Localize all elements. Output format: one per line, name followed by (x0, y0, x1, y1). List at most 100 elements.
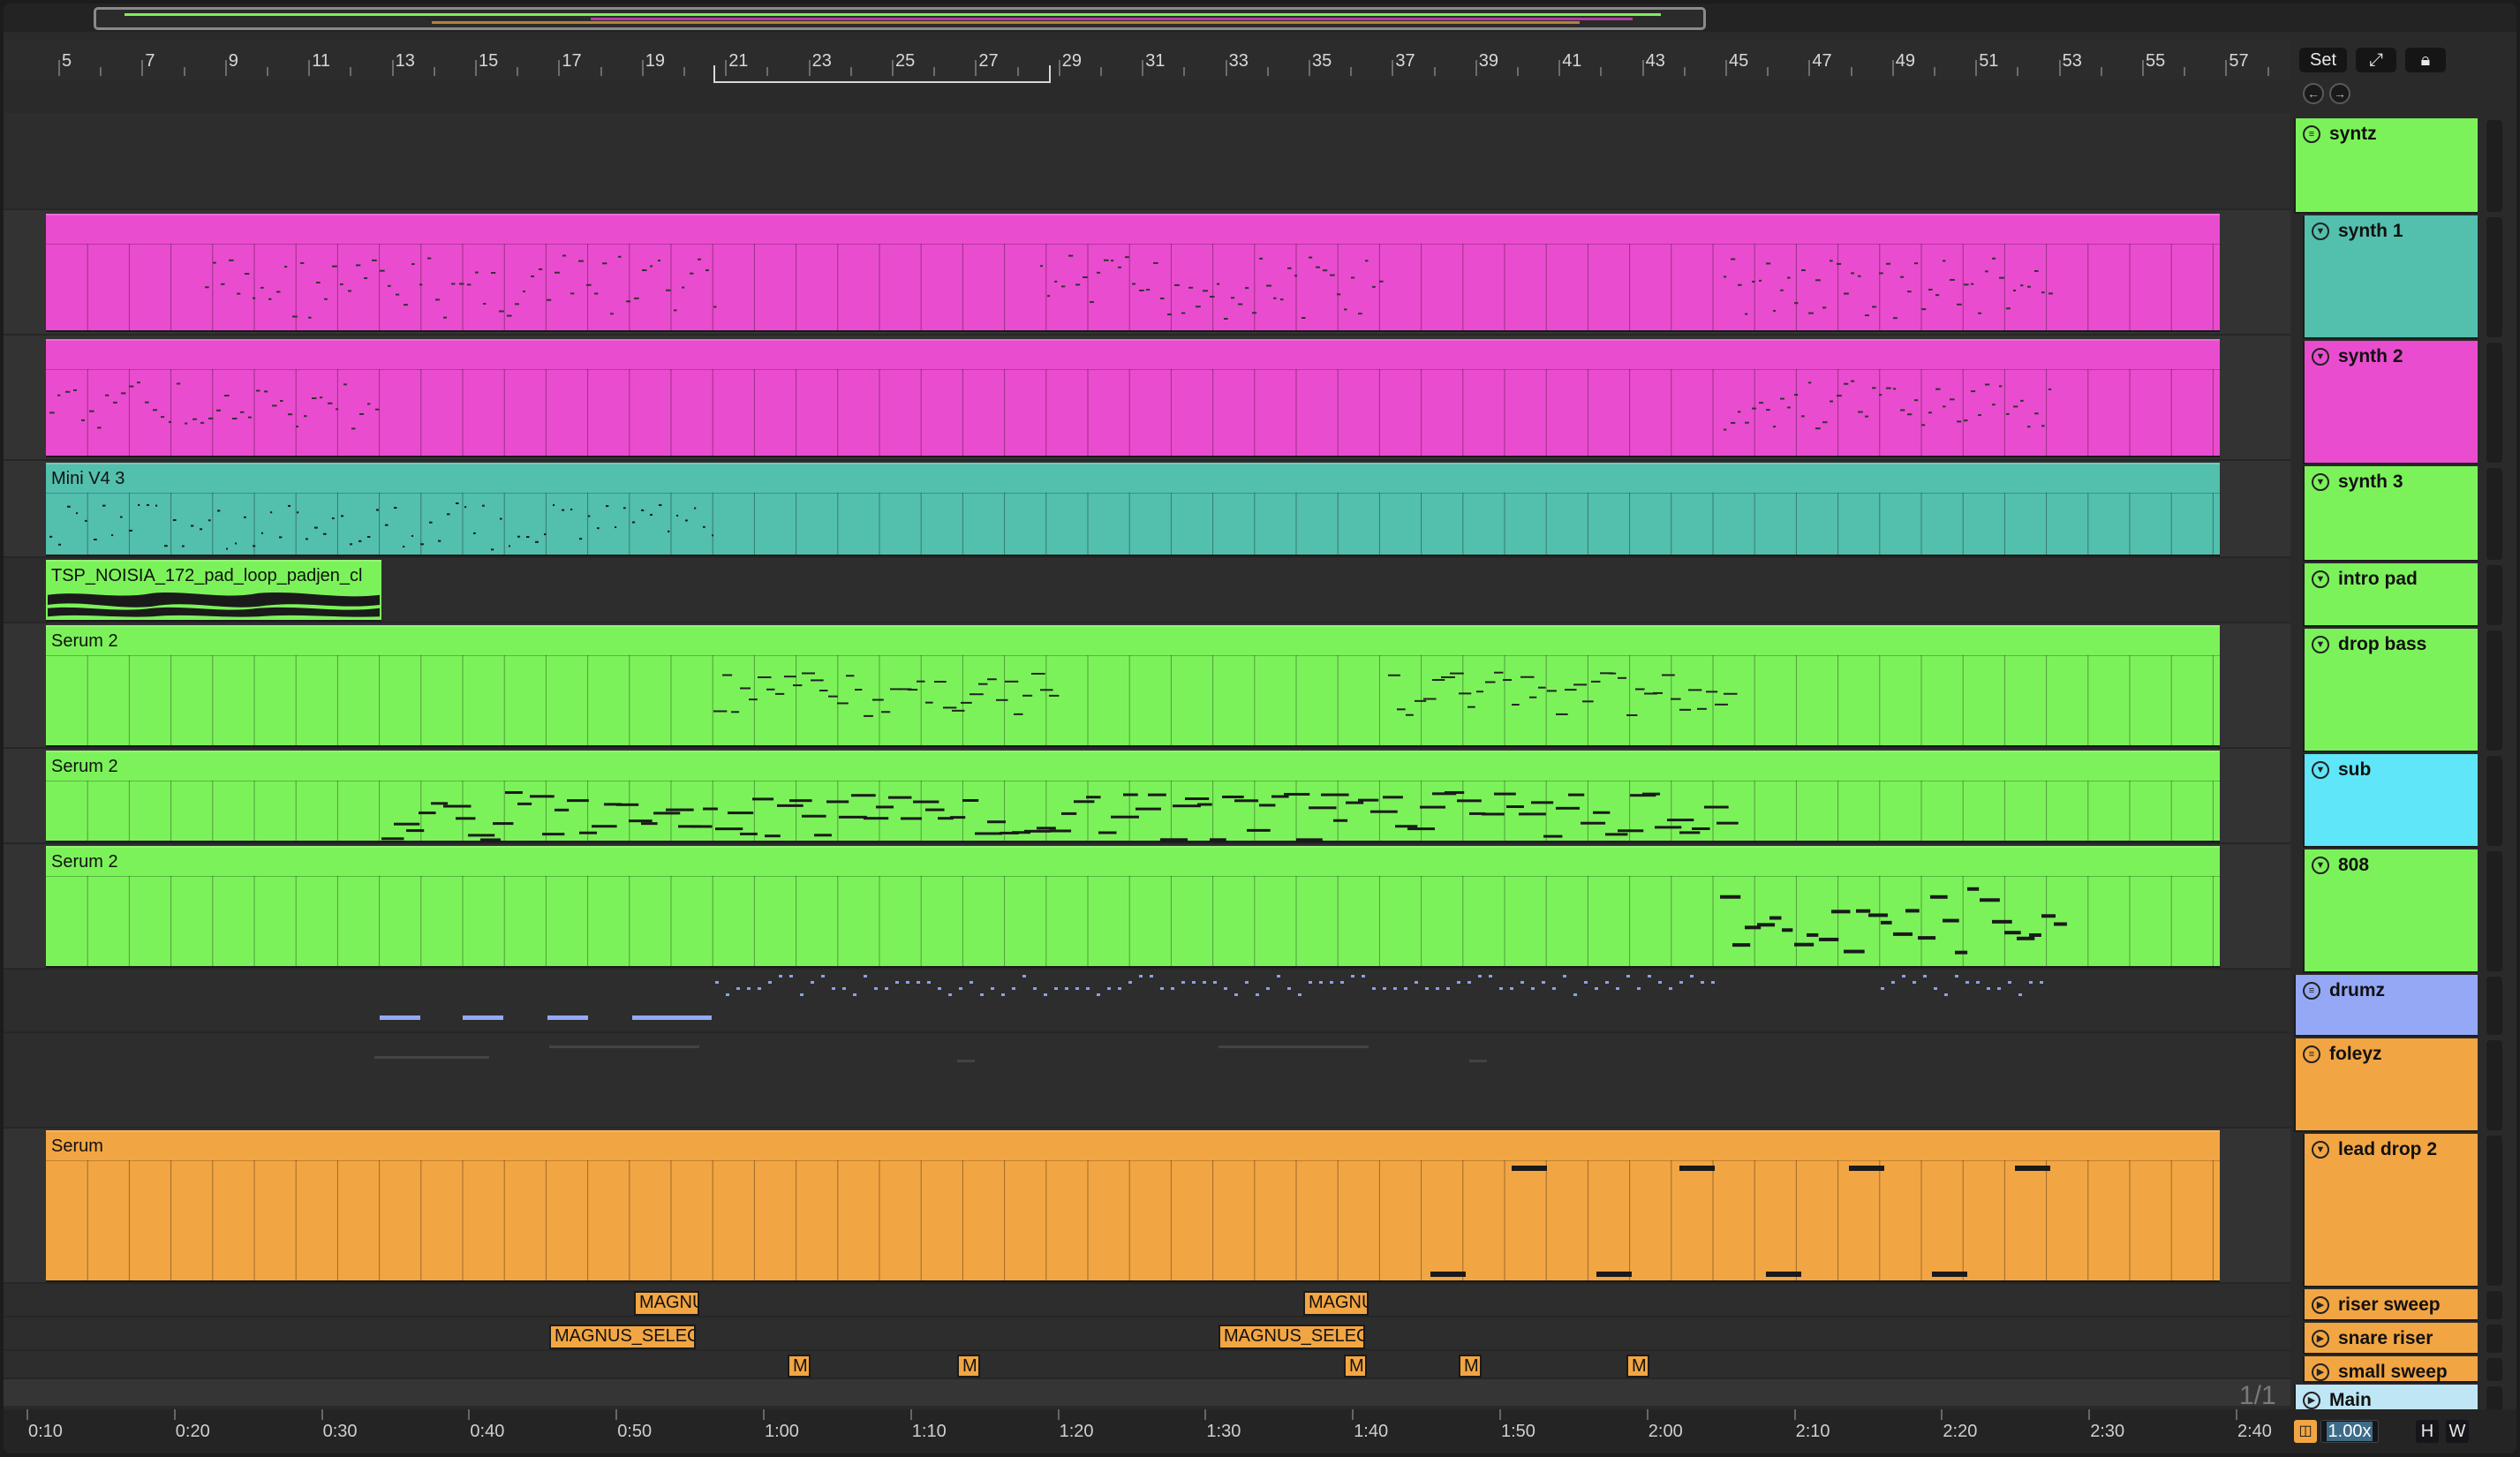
track-scrollbar[interactable] (2486, 630, 2502, 751)
track-name: sub (2338, 759, 2372, 780)
track-scrollbar[interactable] (2486, 120, 2502, 212)
loop-brace[interactable] (713, 65, 1051, 83)
track-fold-icon[interactable]: ▶ (2312, 1330, 2329, 1348)
track-header-drop-bass[interactable]: ▼ drop bass (2303, 629, 2478, 752)
group-fold-icon[interactable]: ≡ (2303, 1046, 2320, 1063)
clip-m-1[interactable]: M (788, 1355, 811, 1378)
track-fold-icon[interactable]: ▶ (2303, 1392, 2320, 1409)
track-header-drumz[interactable]: ≡ drumz (2294, 975, 2478, 1037)
track-fold-icon[interactable]: ▼ (2312, 570, 2329, 588)
track-header-intro-pad[interactable]: ▼ intro pad (2303, 563, 2478, 627)
group-fold-icon[interactable]: ≡ (2303, 982, 2320, 1000)
w-button[interactable]: W (2446, 1420, 2469, 1443)
expand-icon[interactable]: ⤢ (2356, 48, 2396, 72)
lane-riser-sweep[interactable]: MAGNU MAGNU (4, 1284, 2290, 1317)
lane-drop-bass[interactable]: Serum 2 (4, 623, 2290, 749)
beat-tick (1183, 67, 1186, 76)
set-button[interactable]: Set (2299, 48, 2347, 72)
track-header-synth-1[interactable]: ▼ synth 1 (2303, 215, 2478, 339)
track-header-sub[interactable]: ▼ sub (2303, 754, 2478, 848)
track-scrollbar[interactable] (2486, 756, 2502, 846)
forward-arrow-icon[interactable]: → (2329, 83, 2350, 104)
track-scrollbar[interactable] (2486, 1325, 2502, 1353)
track-scrollbar[interactable] (2486, 1291, 2502, 1319)
clip-pad-loop[interactable]: TSP_NOISIA_172_pad_loop_padjen_cl (46, 560, 381, 622)
track-fold-icon[interactable]: ▼ (2312, 857, 2329, 874)
track-header-808[interactable]: ▼ 808 (2303, 849, 2478, 973)
track-scrollbar[interactable] (2486, 343, 2502, 463)
bar-label: 53 (2062, 51, 2082, 71)
track-header-riser-sweep[interactable]: ▶ riser sweep (2303, 1289, 2478, 1321)
clip-synth-2[interactable] (46, 339, 2220, 457)
zoom-display[interactable]: 1.00x (2320, 1420, 2379, 1443)
clip-synth-1[interactable] (46, 214, 2220, 332)
bar-label: 45 (1729, 51, 1749, 71)
audio-icon[interactable]: ◫ (2294, 1420, 2317, 1443)
overview-strip[interactable] (4, 4, 2516, 32)
bar-label: 11 (312, 51, 330, 71)
bar-tick (1641, 60, 1644, 76)
lock-icon[interactable]: 🔒︎ (2405, 48, 2446, 72)
track-header-foleyz[interactable]: ≡ foleyz (2294, 1038, 2478, 1132)
clip-m-5[interactable]: M (1626, 1355, 1649, 1378)
lane-syntz[interactable] (4, 113, 2290, 210)
lane-sub[interactable]: Serum 2 (4, 749, 2290, 844)
track-fold-icon[interactable]: ▼ (2312, 223, 2329, 240)
track-fold-icon[interactable]: ▼ (2312, 348, 2329, 366)
track-scrollbar[interactable] (2486, 1136, 2502, 1286)
track-name: drumz (2329, 980, 2385, 1000)
track-fold-icon[interactable]: ▼ (2312, 636, 2329, 653)
track-fold-icon[interactable]: ▶ (2312, 1296, 2329, 1314)
lane-synth-3[interactable]: Mini V4 3 (4, 461, 2290, 558)
clip-m-3[interactable]: M (1344, 1355, 1367, 1378)
clip-serum-lead[interactable]: Serum (46, 1130, 2220, 1282)
h-button[interactable]: H (2416, 1420, 2439, 1443)
track-header-lead-drop-2[interactable]: ▼ lead drop 2 (2303, 1134, 2478, 1287)
track-scrollbar[interactable] (2486, 565, 2502, 625)
beat-time-ruler[interactable]: 5 7 9 11 13 15 17 19 21 23 25 27 29 31 33 35 37 39 41 43 45 4… (4, 39, 2290, 79)
track-fold-icon[interactable]: ▼ (2312, 761, 2329, 779)
clip-serum-2-sub[interactable]: Serum 2 (46, 751, 2220, 842)
lane-synth-2[interactable] (4, 336, 2290, 461)
lane-small-sweep[interactable]: M M M M M (4, 1351, 2290, 1379)
clip-serum-2-drop-bass[interactable]: Serum 2 (46, 625, 2220, 747)
arrangement-lanes[interactable]: Mini V4 3 TSP_NOISIA_172_pad_loop_padjen… (4, 113, 2290, 1379)
clip-magnus-2[interactable]: MAGNU (1303, 1291, 1369, 1316)
lane-snare-riser[interactable]: MAGNUS_SELEC MAGNUS_SELEC (4, 1317, 2290, 1351)
track-scrollbar[interactable] (2486, 851, 2502, 971)
clip-serum-2-808[interactable]: Serum 2 (46, 846, 2220, 968)
track-fold-icon[interactable]: ▶ (2312, 1363, 2329, 1381)
track-fold-icon[interactable]: ▼ (2312, 1141, 2329, 1159)
time-ruler[interactable]: 0:10 0:20 0:30 0:40 0:50 1:00 1:10 1:20 1:30 1:40… (4, 1409, 2516, 1453)
track-scrollbar[interactable] (2486, 217, 2502, 337)
track-scrollbar[interactable] (2486, 468, 2502, 560)
clip-m-2[interactable]: M (957, 1355, 980, 1378)
lane-synth-1[interactable] (4, 210, 2290, 336)
track-scrollbar[interactable] (2486, 1358, 2502, 1381)
back-arrow-icon[interactable]: ← (2303, 83, 2324, 104)
lane-808[interactable]: Serum 2 (4, 844, 2290, 970)
clip-mini-v4-3[interactable]: Mini V4 3 (46, 463, 2220, 556)
track-header-syntz[interactable]: ≡ syntz (2294, 118, 2478, 214)
track-scrollbar[interactable] (2486, 977, 2502, 1035)
time-label: 2:20 (1943, 1422, 1978, 1441)
lane-drumz[interactable] (4, 970, 2290, 1033)
overview-viewport[interactable] (94, 7, 1706, 30)
beat-tick (100, 67, 102, 76)
track-header-synth-3[interactable]: ▼ synth 3 (2303, 466, 2478, 562)
horizontal-scroll-area[interactable] (4, 1379, 2290, 1406)
bar-label: 51 (1979, 51, 1999, 71)
lane-lead-drop-2[interactable]: Serum (4, 1129, 2290, 1284)
group-fold-icon[interactable]: ≡ (2303, 125, 2320, 143)
track-fold-icon[interactable]: ▼ (2312, 473, 2329, 491)
clip-magnus-select-1[interactable]: MAGNUS_SELEC (549, 1325, 696, 1349)
track-header-synth-2[interactable]: ▼ synth 2 (2303, 341, 2478, 464)
track-header-snare-riser[interactable]: ▶ snare riser (2303, 1323, 2478, 1355)
lane-intro-pad[interactable]: TSP_NOISIA_172_pad_loop_padjen_cl (4, 558, 2290, 623)
clip-magnus-1[interactable]: MAGNU (634, 1291, 699, 1316)
track-scrollbar[interactable] (2486, 1040, 2502, 1130)
clip-m-4[interactable]: M (1459, 1355, 1482, 1378)
lane-foleyz[interactable] (4, 1033, 2290, 1129)
track-header-small-sweep[interactable]: ▶ small sweep (2303, 1356, 2478, 1383)
clip-magnus-select-2[interactable]: MAGNUS_SELEC (1219, 1325, 1365, 1349)
